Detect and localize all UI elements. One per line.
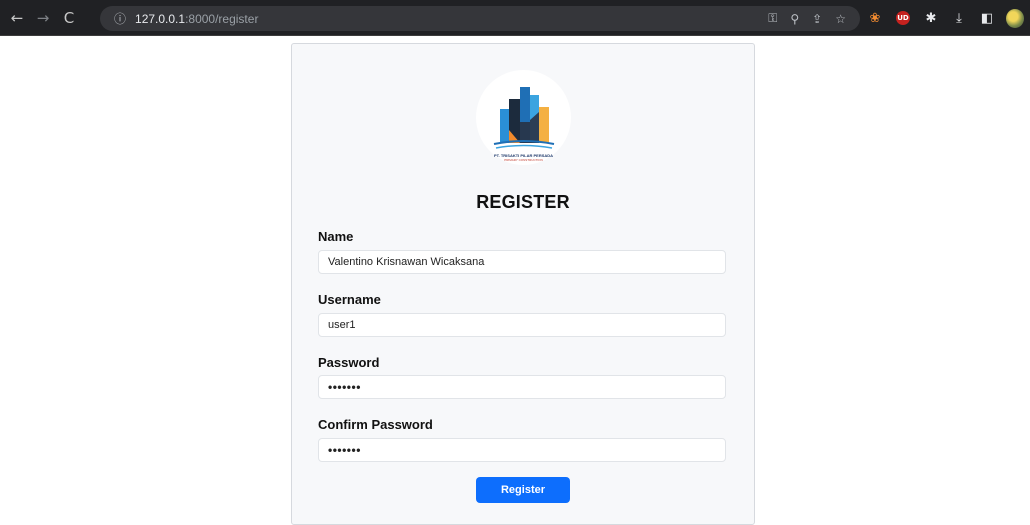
register-card: PT. TRISAKTI PILAR PERSADA PRIMARY CONST… [291,43,755,525]
name-label: Name [318,229,354,244]
password-label: Password [318,355,380,370]
page-title: REGISTER [476,192,570,212]
key-icon[interactable]: ⚿ [768,11,777,26]
extension-icon[interactable]: ❀ [866,9,884,27]
company-logo: PT. TRISAKTI PILAR PERSADA PRIMARY CONST… [476,70,571,165]
bookmark-star-icon[interactable]: ☆ [835,12,846,26]
username-input[interactable]: user1 [318,313,726,337]
back-icon[interactable]: ← [6,7,28,29]
url-path: :8000/register [185,11,259,26]
ublock-extension-icon[interactable]: UD [894,9,912,27]
profile-avatar[interactable] [1006,8,1024,28]
url-host: 127.0.0.1 [135,11,186,26]
password-input[interactable]: ••••••• [318,375,726,399]
share-icon[interactable]: ⇪ [812,12,822,26]
ublock-badge: UD [896,11,910,25]
forward-icon[interactable]: → [32,7,54,29]
building-logo-icon [493,87,555,149]
avatar [1006,8,1024,28]
confirm-password-input[interactable]: ••••••• [318,438,726,462]
username-label: Username [318,292,381,307]
side-panel-icon[interactable]: ◧ [978,9,996,27]
zoom-icon[interactable]: ⚲ [790,12,799,26]
download-icon[interactable]: ⤓ [950,9,968,27]
site-info-icon[interactable]: ⓘ [114,10,126,27]
reload-icon[interactable]: C [58,7,80,29]
register-button[interactable]: Register [476,477,570,503]
browser-toolbar: ← → C ⓘ 127.0.0.1:8000/register ⚿ ⚲ ⇪ ☆ … [0,0,1030,36]
address-bar[interactable]: ⓘ 127.0.0.1:8000/register ⚿ ⚲ ⇪ ☆ [100,6,860,31]
extensions-puzzle-icon[interactable]: ✱ [922,9,940,27]
confirm-password-label: Confirm Password [318,417,433,432]
name-input[interactable]: Valentino Krisnawan Wicaksana [318,250,726,274]
toolbar-divider [0,35,1030,36]
url-text: 127.0.0.1:8000/register [135,12,258,26]
logo-tagline-text: PRIMARY CONSTRUCTION [504,158,543,162]
